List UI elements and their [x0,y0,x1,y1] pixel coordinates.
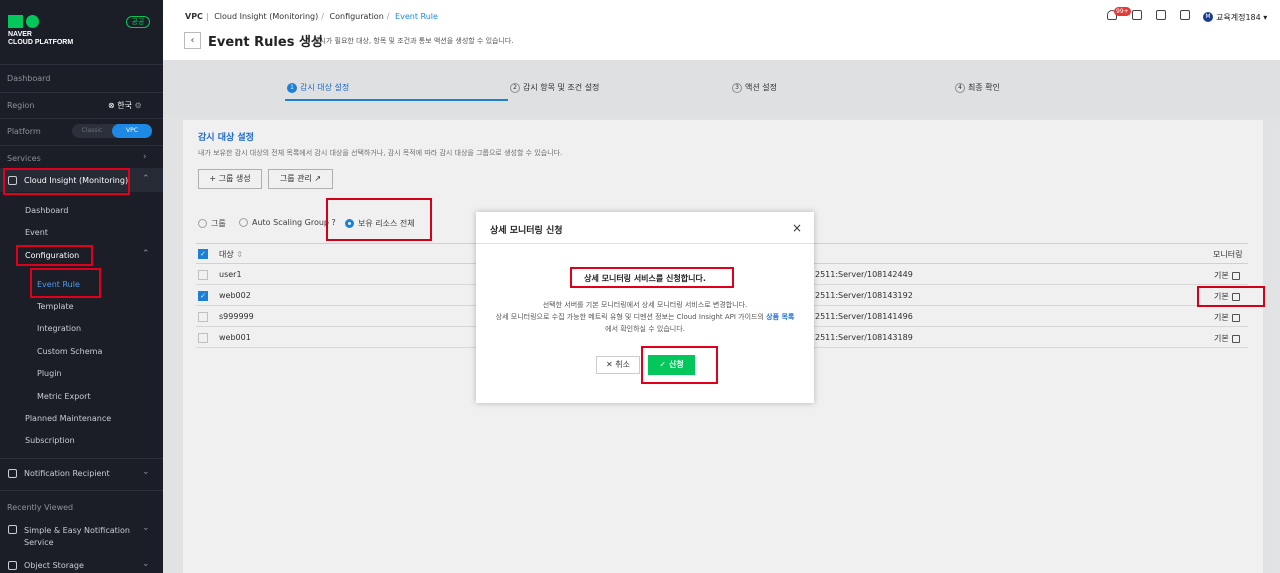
services-menu[interactable]: Services [7,154,41,163]
menu-integration[interactable]: Integration [37,324,81,333]
object-storage-icon [8,561,17,570]
book-icon[interactable] [1180,10,1190,20]
breadcrumb: VPC | Cloud Insight (Monitoring) / Configu… [185,12,438,21]
breadcrumb-cloud-insight[interactable]: Cloud Insight (Monitoring) [214,12,318,21]
breadcrumb-event-rule: Event Rule [395,12,438,21]
chevron-down-icon: ⌄ [142,523,150,533]
notification-recipient-icon [8,469,17,478]
menu-ci-event[interactable]: Event [25,228,48,237]
chevron-up-icon: ⌃ [142,174,150,184]
menu-ci-dashboard[interactable]: Dashboard [25,206,68,215]
chevron-left-icon: ‹ [190,35,195,46]
product-list-link[interactable]: 상품 목록 [766,313,794,321]
highlight-configuration [16,245,93,266]
menu-recent-sens[interactable]: Simple & Easy Notification Service [24,525,134,549]
edit-icon[interactable] [1156,10,1166,20]
region-select[interactable]: ⊗ 한국 ⚙ [108,100,142,111]
gov-badge: 공공 [126,16,150,28]
highlight-event-rule [30,268,101,298]
chevron-down-icon: ⌄ [142,467,150,477]
chevron-down-icon: ▾ [1263,13,1268,22]
notification-count-badge: 99+ [1114,7,1131,16]
menu-recent-object-storage[interactable]: Object Storage [24,561,84,570]
platform-vpc[interactable]: VPC [112,124,152,138]
chevron-down-icon: ⌄ [142,559,150,569]
back-button[interactable]: ‹ [184,32,201,49]
close-icon[interactable]: × [792,221,802,235]
modal-title: 상세 모니터링 신청 [490,226,563,236]
chat-icon[interactable] [1132,10,1142,20]
page-title: Event Rules 생성 [208,35,323,50]
chevron-up-icon: ⌃ [142,249,150,259]
menu-metric-export[interactable]: Metric Export [37,392,91,401]
user-menu[interactable]: 교육계정184 ▾ [1216,12,1267,23]
highlight-apply-button [641,346,718,384]
menu-notification-recipient[interactable]: Notification Recipient [24,469,110,478]
chevron-right-icon: › [143,152,147,162]
page-description: 감시가 필요한 대상, 항목 및 조건과 통보 액션을 생성할 수 있습니다. [313,37,514,45]
cancel-button[interactable]: ✕ 취소 [596,356,640,374]
highlight-modal-headline [570,267,734,288]
close-circle-icon: ⊗ [108,101,115,110]
platform-classic[interactable]: Classic [72,124,112,138]
menu-template[interactable]: Template [37,302,74,311]
breadcrumb-configuration[interactable]: Configuration [330,12,384,21]
highlight-cloud-insight [3,168,130,195]
recently-viewed-label: Recently Viewed [7,503,74,512]
sidebar-dashboard[interactable]: Dashboard [7,74,50,83]
sens-icon [8,525,17,534]
menu-subscription[interactable]: Subscription [25,436,75,445]
modal-body: 선택한 서버를 기본 모니터링에서 상세 모니터링 서비스로 변경합니다. 상세… [495,301,795,333]
platform-toggle[interactable]: Classic VPC [72,124,152,138]
menu-plugin[interactable]: Plugin [37,369,62,378]
gear-icon: ⚙ [134,101,142,110]
sidebar: NAVER CLOUD PLATFORM 공공 Dashboard Region … [0,0,163,573]
menu-custom-schema[interactable]: Custom Schema [37,347,102,356]
detail-monitoring-modal: 상세 모니터링 신청 × 상세 모니터링 서비스를 신청합니다. 선택한 서버를… [476,212,814,403]
avatar[interactable]: M [1203,12,1213,22]
platform-label: Platform [7,127,41,136]
menu-planned-maintenance[interactable]: Planned Maintenance [25,414,111,423]
naver-cloud-logo[interactable]: NAVER CLOUD PLATFORM [8,15,73,47]
region-label: Region [7,101,35,110]
breadcrumb-vpc[interactable]: VPC [185,12,203,21]
